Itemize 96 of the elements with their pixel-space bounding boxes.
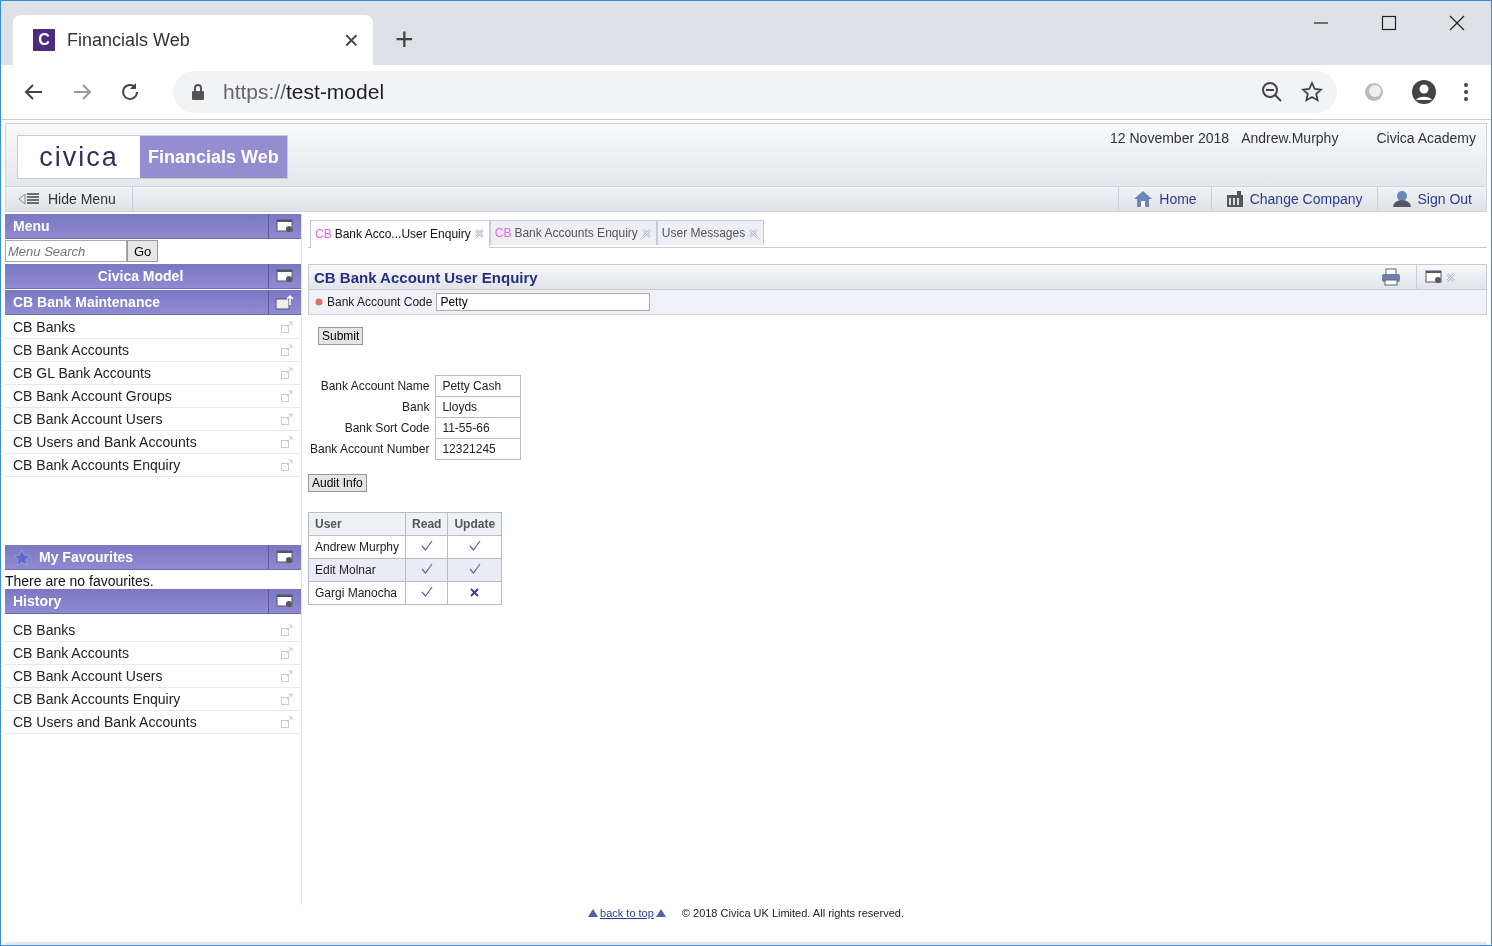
external-link-icon[interactable] bbox=[281, 321, 293, 333]
detail-label: Bank Sort Code bbox=[308, 417, 436, 439]
external-link-icon[interactable] bbox=[281, 459, 293, 471]
history-item[interactable]: CB Bank Account Users bbox=[13, 668, 163, 684]
hide-menu-button[interactable]: Hide Menu bbox=[6, 187, 133, 211]
audit-info-button[interactable]: Audit Info bbox=[308, 474, 367, 492]
house-icon bbox=[1133, 190, 1154, 208]
detail-value: Petty Cash bbox=[435, 375, 521, 397]
detail-value: 12321245 bbox=[435, 438, 521, 460]
extension-icon[interactable] bbox=[1363, 81, 1385, 103]
reload-icon[interactable] bbox=[119, 81, 141, 103]
favourites-header: My Favourites bbox=[5, 545, 301, 570]
external-link-icon[interactable] bbox=[281, 693, 293, 705]
column-header: Update bbox=[447, 512, 502, 536]
close-icon[interactable] bbox=[1449, 15, 1465, 31]
lock-icon bbox=[191, 83, 205, 101]
new-tab-button[interactable]: + bbox=[395, 23, 414, 55]
external-link-icon[interactable] bbox=[281, 624, 293, 636]
zoom-out-icon[interactable] bbox=[1261, 81, 1283, 103]
menu-header: Menu bbox=[5, 214, 301, 239]
history-item[interactable]: CB Users and Bank Accounts bbox=[13, 714, 197, 730]
address-field[interactable]: https://test-model bbox=[173, 71, 1337, 113]
history-header: History bbox=[5, 589, 301, 614]
history-item[interactable]: CB Bank Accounts bbox=[13, 645, 129, 661]
page-tab[interactable]: CB Bank Accounts Enquiry bbox=[489, 220, 657, 245]
up-arrow-icon bbox=[655, 909, 666, 917]
window-icon[interactable] bbox=[276, 594, 294, 608]
url-text: https://test-model bbox=[223, 80, 385, 104]
user-name: Andrew.Murphy bbox=[1241, 130, 1339, 148]
toolbar-link[interactable]: Sign Out bbox=[1376, 187, 1486, 211]
account-icon[interactable] bbox=[1411, 79, 1437, 105]
page-tab[interactable]: CB Bank Acco...User Enquiry bbox=[310, 220, 490, 248]
star-icon[interactable] bbox=[1301, 81, 1323, 103]
external-link-icon[interactable] bbox=[281, 413, 293, 425]
detail-label: Bank bbox=[308, 396, 436, 418]
up-arrow-icon bbox=[588, 909, 599, 917]
browser-tab[interactable]: C Financials Web × bbox=[13, 15, 373, 65]
toolbar-link[interactable]: Change Company bbox=[1210, 187, 1377, 211]
external-link-icon[interactable] bbox=[281, 716, 293, 728]
menu-item[interactable]: CB Users and Bank Accounts bbox=[13, 434, 197, 450]
product-name: Financials Web bbox=[140, 136, 287, 178]
external-link-icon[interactable] bbox=[281, 344, 293, 356]
collapse-icon bbox=[18, 192, 42, 206]
copyright-text: © 2018 Civica UK Limited. All rights reserved. bbox=[681, 907, 904, 919]
section-header: CB Bank Maintenance bbox=[5, 290, 301, 315]
history-item[interactable]: CB Bank Accounts Enquiry bbox=[13, 691, 181, 707]
maximize-icon[interactable] bbox=[1381, 15, 1397, 31]
external-link-icon[interactable] bbox=[281, 390, 293, 402]
field-label: Bank Account Code bbox=[327, 295, 433, 309]
toolbar-link[interactable]: Home bbox=[1118, 187, 1211, 211]
model-header: Civica Model bbox=[5, 264, 301, 289]
tab-title: Financials Web bbox=[67, 29, 191, 51]
external-link-icon[interactable] bbox=[281, 436, 293, 448]
more-icon[interactable] bbox=[1463, 81, 1469, 103]
table-cell: Gargi Manocha bbox=[308, 581, 406, 605]
empty-message: There are no favourites. bbox=[5, 572, 155, 589]
table-cell: Andrew Murphy bbox=[308, 535, 406, 559]
menu-item[interactable]: CB Bank Accounts Enquiry bbox=[13, 457, 181, 473]
printer-icon[interactable] bbox=[1381, 268, 1401, 286]
window-icon[interactable] bbox=[276, 219, 294, 233]
person-icon bbox=[1391, 190, 1412, 208]
menu-item[interactable]: CB Bank Accounts bbox=[13, 342, 129, 358]
history-item[interactable]: CB Banks bbox=[13, 622, 76, 638]
external-link-icon[interactable] bbox=[281, 670, 293, 682]
detail-value: 11-55-66 bbox=[435, 417, 521, 439]
panel-title: CB Bank Account User Enquiry bbox=[313, 268, 538, 286]
bank-account-code-field[interactable]: Petty bbox=[436, 293, 651, 311]
detail-label: Bank Account Name bbox=[308, 375, 436, 397]
external-link-icon[interactable] bbox=[281, 647, 293, 659]
date-text: 12 November 2018 bbox=[1110, 130, 1230, 148]
go-button[interactable]: Go bbox=[127, 240, 159, 262]
column-header: User bbox=[308, 512, 406, 536]
page-tab[interactable]: User Messages bbox=[656, 220, 765, 245]
building-icon bbox=[1225, 190, 1244, 208]
star-icon bbox=[13, 548, 31, 566]
menu-item[interactable]: CB Banks bbox=[13, 319, 76, 335]
favicon: C bbox=[33, 29, 55, 51]
submit-button[interactable]: Submit bbox=[318, 327, 364, 345]
detail-value: Lloyds bbox=[435, 396, 521, 418]
menu-item[interactable]: CB Bank Account Users bbox=[13, 411, 163, 427]
company-name: Civica Academy bbox=[1376, 130, 1476, 148]
menu-item[interactable]: CB Bank Account Groups bbox=[13, 388, 172, 404]
logo: civica bbox=[18, 136, 140, 178]
folder-icon[interactable] bbox=[275, 294, 295, 310]
column-header: Read bbox=[405, 512, 448, 536]
table-cell: Edit Molnar bbox=[308, 558, 406, 582]
detail-label: Bank Account Number bbox=[308, 438, 436, 460]
required-icon bbox=[315, 298, 323, 306]
external-link-icon[interactable] bbox=[281, 367, 293, 379]
menu-item[interactable]: CB GL Bank Accounts bbox=[13, 365, 151, 381]
window-icon[interactable] bbox=[276, 269, 294, 283]
window-icon[interactable] bbox=[1425, 270, 1443, 284]
window-icon[interactable] bbox=[276, 550, 294, 564]
close-tab-button[interactable]: × bbox=[343, 27, 359, 53]
back-to-top-link[interactable]: back to top bbox=[588, 907, 666, 919]
menu-search-field[interactable]: Menu Search bbox=[5, 240, 127, 262]
